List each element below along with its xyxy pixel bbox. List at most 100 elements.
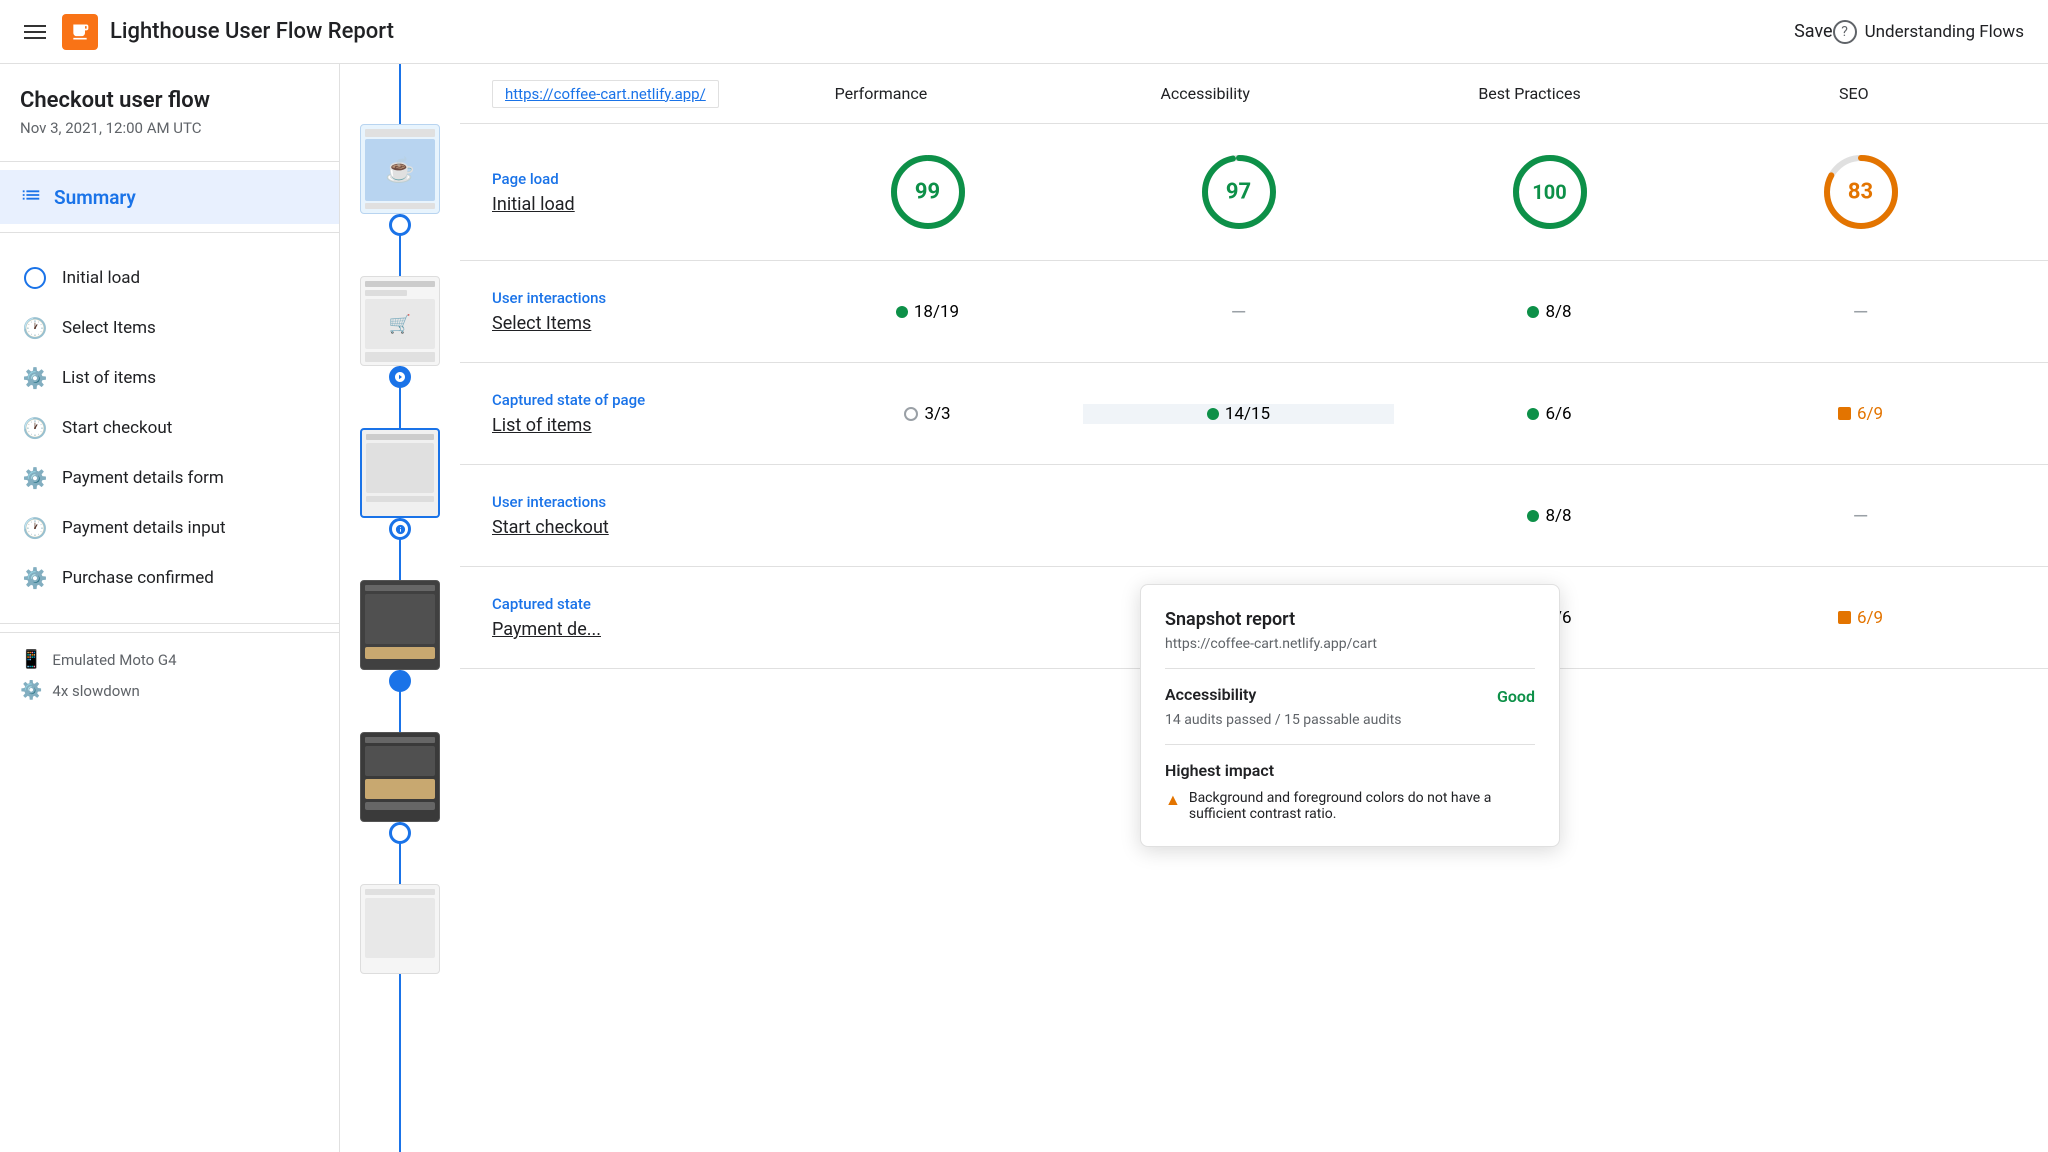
circle-outline-dot [904,407,918,421]
pill-value-6: 6/9 [1857,404,1883,424]
score-cell-perf-4 [772,504,1083,528]
section-select-items: User interactions Select Items 18/19 — [460,261,2048,363]
score-cell-bp-4: 8/8 [1394,504,1705,528]
orange-square-dot [1838,407,1851,420]
sidebar-item-label: Initial load [62,268,140,288]
timeline-node-1 [389,214,411,236]
seo-label: SEO [1692,84,2016,103]
flow-date: Nov 3, 2021, 12:00 AM UTC [20,119,319,137]
pill-value: 18/19 [914,302,959,322]
sidebar: Checkout user flow Nov 3, 2021, 12:00 AM… [0,64,340,1152]
device-label: Emulated Moto G4 [52,651,176,669]
timeline-node-3 [389,518,411,540]
section-name-2[interactable]: Select Items [492,313,772,334]
timeline-items: ☕ 🛒 [340,64,460,974]
thumbnail-3 [360,428,440,518]
score-cell-bp-3: 6/6 [1394,404,1705,424]
score-cell-a11y-4 [1083,504,1394,528]
clock-icon-2: 🕐 [24,417,46,439]
timeline-node-4 [389,670,411,692]
section-left: Page load Initial load [492,170,772,215]
sidebar-item-list-of-items[interactable]: ⚙️ List of items [0,353,339,403]
section-type-5: Captured state [492,595,772,613]
sidebar-footer-divider [0,623,339,624]
phone-icon: 📱 [20,649,42,670]
sidebar-item-payment-form[interactable]: ⚙️ Payment details form [0,453,339,503]
section-list-of-items: Captured state of page List of items 3/3 [460,363,2048,465]
understanding-flows-link[interactable]: ? Understanding Flows [1833,20,2024,44]
score-cell-bp: 100 [1394,152,1705,232]
menu-button[interactable] [24,25,46,39]
clock-icon-3: 🕐 [24,517,46,539]
section-type-2: User interactions [492,289,772,307]
performance-label: Performance [719,84,1043,103]
score-cell-perf: 99 [772,152,1083,232]
section-left-3: Captured state of page List of items [492,391,772,436]
sidebar-item-label: Purchase confirmed [62,568,214,588]
score-cell-a11y-2: — [1083,300,1394,324]
sidebar-item-label: Payment details input [62,518,226,538]
score-cell-perf-3: 3/3 [772,404,1083,424]
score-cell-a11y-3: 14/15 [1083,404,1394,424]
score-circle-99: 99 [888,152,968,232]
main-layout: Checkout user flow Nov 3, 2021, 12:00 AM… [0,64,2048,1152]
pill-value-3: 3/3 [924,404,950,424]
score-cell-seo-3: 6/9 [1705,404,2016,424]
sidebar-divider-2 [0,232,339,233]
save-button[interactable]: Save [1794,21,1833,42]
tooltip: Snapshot report https://coffee-cart.netl… [1140,584,1560,847]
scores-row-3: 3/3 14/15 6/6 [772,404,2016,424]
green-dot-5 [1527,510,1539,522]
site-url[interactable]: https://coffee-cart.netlify.app/ [492,80,719,108]
score-circle-100: 100 [1510,152,1590,232]
section-name-5[interactable]: Payment de... [492,619,772,640]
score-cell-perf-5 [772,608,1083,628]
sidebar-item-initial-load[interactable]: Initial load [0,253,339,303]
tooltip-a11y-desc: 14 audits passed / 15 passable audits [1165,712,1535,745]
category-header: https://coffee-cart.netlify.app/ Perform… [460,64,2048,124]
tooltip-url: https://coffee-cart.netlify.app/cart [1165,636,1535,669]
section-left-2: User interactions Select Items [492,289,772,334]
sidebar-item-select-items[interactable]: 🕐 Select Items [0,303,339,353]
section-name-4[interactable]: Start checkout [492,517,772,538]
section-inner-3: Captured state of page List of items 3/3 [460,363,2048,464]
snapshot-icon-2: ⚙️ [24,467,46,489]
sidebar-items-list: Initial load 🕐 Select Items ⚙️ List of i… [0,241,339,615]
clock-icon: 🕐 [24,317,46,339]
green-dot-2 [1527,306,1539,318]
orange-square-dot-2 [1838,611,1851,624]
tooltip-impact-title: Highest impact [1165,761,1535,780]
dash-score: — [1231,300,1247,324]
sidebar-item-payment-input[interactable]: 🕐 Payment details input [0,503,339,553]
page-title: Lighthouse User Flow Report [110,19,1770,44]
section-name-3[interactable]: List of items [492,415,772,436]
slowdown-label: 4x slowdown [52,682,139,700]
pill-3-3: 3/3 [904,404,950,424]
thumbnail-4 [360,580,440,670]
section-name[interactable]: Initial load [492,194,772,215]
sidebar-item-label: List of items [62,368,156,388]
dash-score-2: — [1853,300,1869,324]
section-inner: Page load Initial load 99 [460,124,2048,260]
summary-label: Summary [54,186,136,209]
question-icon: ? [1833,20,1857,44]
timeline-column: ☕ 🛒 [340,64,460,1152]
sidebar-item-purchase-confirmed[interactable]: ⚙️ Purchase confirmed [0,553,339,603]
circle-icon [24,267,46,289]
pill-value-4: 14/15 [1225,404,1270,424]
tooltip-a11y-value: Good [1497,687,1535,706]
sidebar-divider [0,161,339,162]
section-start-checkout: User interactions Start checkout 8/8 [460,465,2048,567]
pill-value-7: 8/8 [1545,506,1571,526]
list-icon [20,184,42,210]
green-dot [896,306,908,318]
flow-title: Checkout user flow [20,88,319,113]
timeline-node-2 [389,366,411,388]
top-header: Lighthouse User Flow Report Save ? Under… [0,0,2048,64]
score-circle-97: 97 [1199,152,1279,232]
pill-6-6: 6/6 [1527,404,1571,424]
category-labels: Performance Accessibility Best Practices… [719,84,2016,103]
sidebar-item-start-checkout[interactable]: 🕐 Start checkout [0,403,339,453]
summary-nav-item[interactable]: Summary [0,170,339,224]
section-type-4: User interactions [492,493,772,511]
